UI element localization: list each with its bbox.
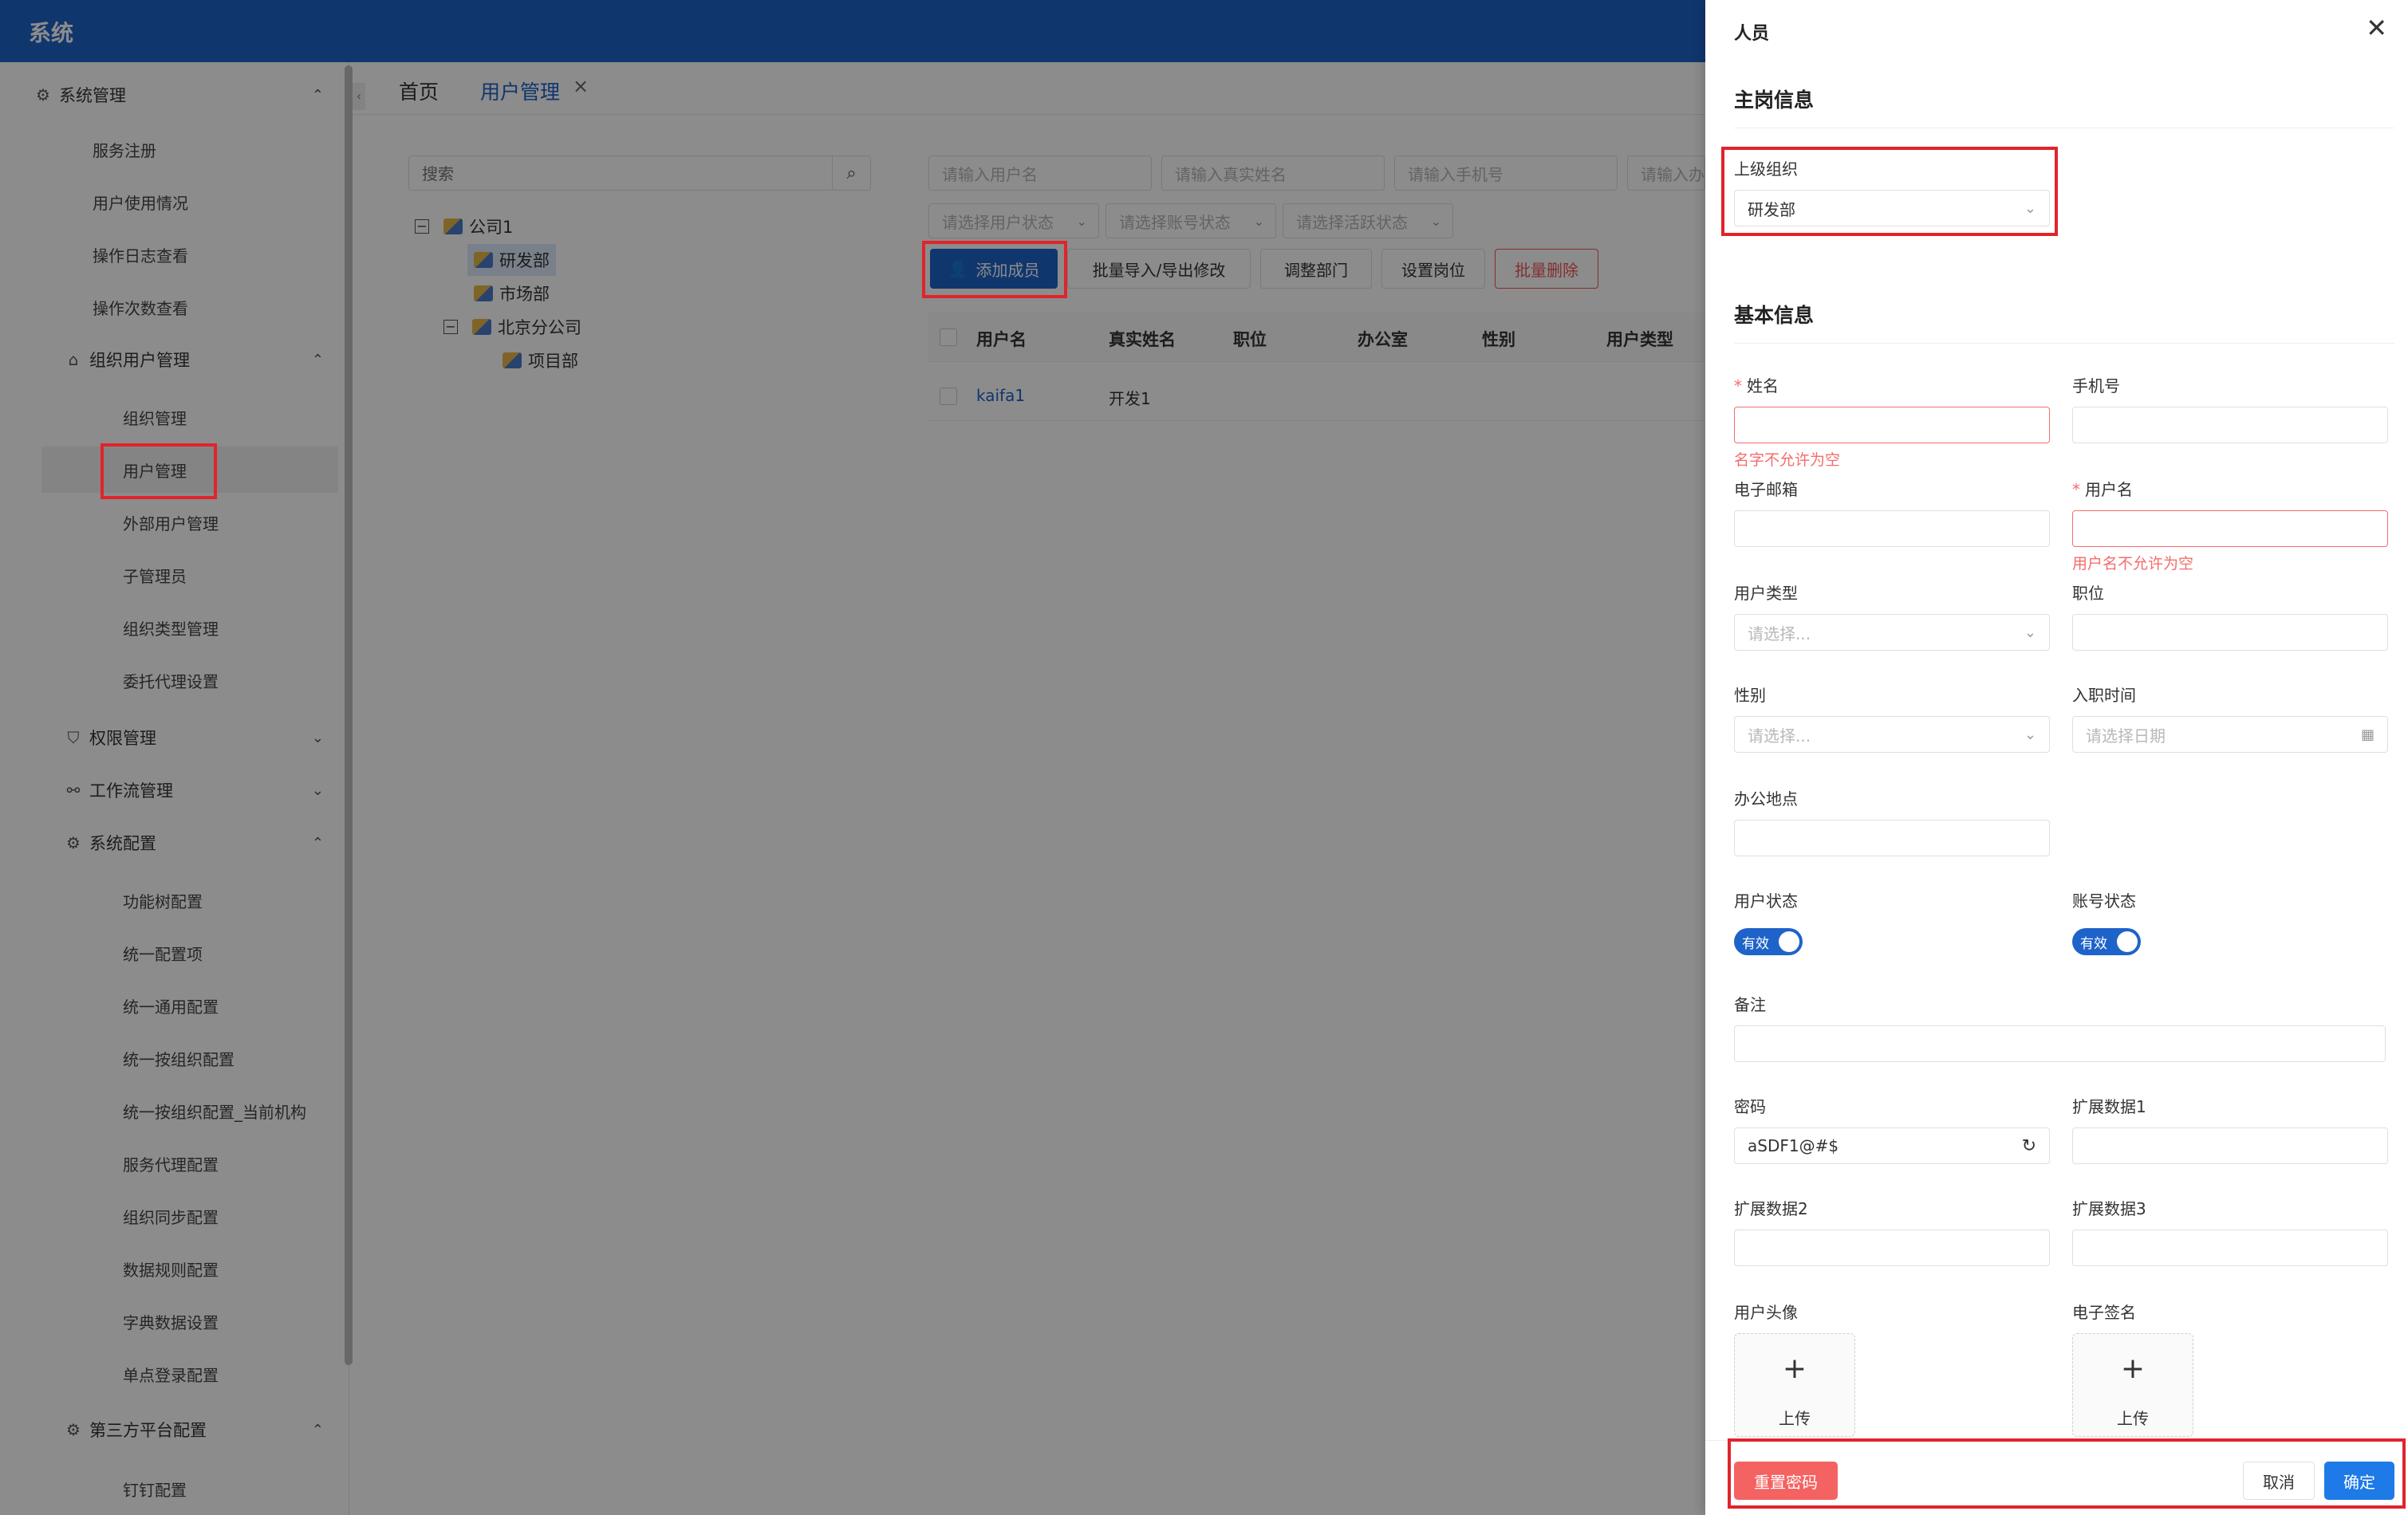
phone-input[interactable] — [2072, 407, 2388, 443]
email-input[interactable] — [1734, 510, 2050, 547]
ext1-input[interactable] — [2072, 1127, 2388, 1164]
drawer-footer: 重置密码 取消 确定 — [1705, 1440, 2408, 1515]
chevron-down-icon: ⌄ — [2024, 726, 2036, 743]
name-error: 名字不允许为空 — [1734, 451, 1841, 469]
plus-icon: + — [2120, 1352, 2146, 1385]
toggle-knob — [2117, 931, 2138, 952]
label-signature: 电子签名 — [2072, 1303, 2136, 1322]
person-drawer: 人员 ✕ 主岗信息 上级组织 研发部 ⌄ 基本信息 * 姓名 手机号 名字不允许为… — [1705, 0, 2408, 1515]
username-error: 用户名不允许为空 — [2072, 555, 2194, 573]
divider — [1734, 343, 2394, 344]
parent-org-select[interactable]: 研发部 ⌄ — [1734, 190, 2050, 226]
gender-select[interactable]: 请选择... ⌄ — [1734, 716, 2050, 753]
label-join-date: 入职时间 — [2072, 686, 2136, 705]
label-user-type: 用户类型 — [1734, 584, 1798, 603]
position-input[interactable] — [2072, 614, 2388, 651]
label-username: * 用户名 — [2072, 480, 2133, 499]
refresh-icon[interactable]: ↻ — [2022, 1136, 2036, 1156]
password-input[interactable]: aSDF1@#$ ↻ — [1734, 1127, 2050, 1164]
toggle-text: 有效 — [1742, 935, 1769, 952]
toggle-text: 有效 — [2080, 935, 2107, 952]
avatar-upload[interactable]: + 上传 — [1734, 1333, 1855, 1437]
office-location-input[interactable] — [1734, 820, 2050, 856]
reset-password-button[interactable]: 重置密码 — [1734, 1462, 1838, 1500]
label-text: 姓名 — [1747, 376, 1779, 395]
label-text: 用户名 — [2085, 480, 2133, 499]
label-user-status: 用户状态 — [1734, 891, 1798, 911]
label-ext3: 扩展数据3 — [2072, 1199, 2146, 1218]
cancel-button[interactable]: 取消 — [2243, 1462, 2315, 1500]
select-placeholder: 请选择... — [1748, 624, 1811, 643]
label-parent-org: 上级组织 — [1734, 159, 1798, 179]
account-status-toggle[interactable]: 有效 — [2072, 928, 2141, 955]
join-date-picker[interactable]: 请选择日期 ▦ — [2072, 716, 2388, 753]
upload-label: 上传 — [2117, 1409, 2149, 1428]
confirm-button[interactable]: 确定 — [2324, 1462, 2394, 1500]
label-password: 密码 — [1734, 1097, 1766, 1116]
label-office-location: 办公地点 — [1734, 789, 1798, 809]
label-phone: 手机号 — [2072, 376, 2120, 395]
label-email: 电子邮箱 — [1734, 480, 1798, 499]
ext2-input[interactable] — [1734, 1230, 2050, 1266]
label-position: 职位 — [2072, 584, 2104, 603]
date-placeholder: 请选择日期 — [2086, 726, 2166, 746]
upload-label: 上传 — [1779, 1409, 1811, 1428]
name-input[interactable] — [1734, 407, 2050, 443]
chevron-down-icon: ⌄ — [2024, 624, 2036, 641]
section-main-post: 主岗信息 — [1734, 89, 1815, 112]
modal-mask[interactable] — [0, 0, 1705, 1515]
select-value: 研发部 — [1748, 199, 1795, 219]
select-placeholder: 请选择... — [1748, 726, 1811, 746]
username-input[interactable] — [2072, 510, 2388, 547]
input-value: aSDF1@#$ — [1748, 1136, 1839, 1155]
user-status-toggle[interactable]: 有效 — [1734, 928, 1803, 955]
drawer-title: 人员 — [1734, 24, 1770, 44]
label-avatar: 用户头像 — [1734, 1303, 1798, 1322]
ext3-input[interactable] — [2072, 1230, 2388, 1266]
label-gender: 性别 — [1734, 686, 1766, 705]
chevron-down-icon: ⌄ — [2024, 199, 2036, 217]
label-account-status: 账号状态 — [2072, 891, 2136, 911]
label-ext2: 扩展数据2 — [1734, 1199, 1808, 1218]
label-name: * 姓名 — [1734, 376, 1779, 395]
toggle-knob — [1779, 931, 1799, 952]
remark-input[interactable] — [1734, 1025, 2386, 1062]
calendar-icon: ▦ — [2360, 726, 2375, 743]
section-basic: 基本信息 — [1734, 304, 1815, 327]
user-type-select[interactable]: 请选择... ⌄ — [1734, 614, 2050, 651]
label-ext1: 扩展数据1 — [2072, 1097, 2146, 1116]
close-icon[interactable]: ✕ — [2366, 13, 2387, 43]
plus-icon: + — [1782, 1352, 1807, 1385]
signature-upload[interactable]: + 上传 — [2072, 1333, 2193, 1437]
label-remark: 备注 — [1734, 995, 1766, 1014]
